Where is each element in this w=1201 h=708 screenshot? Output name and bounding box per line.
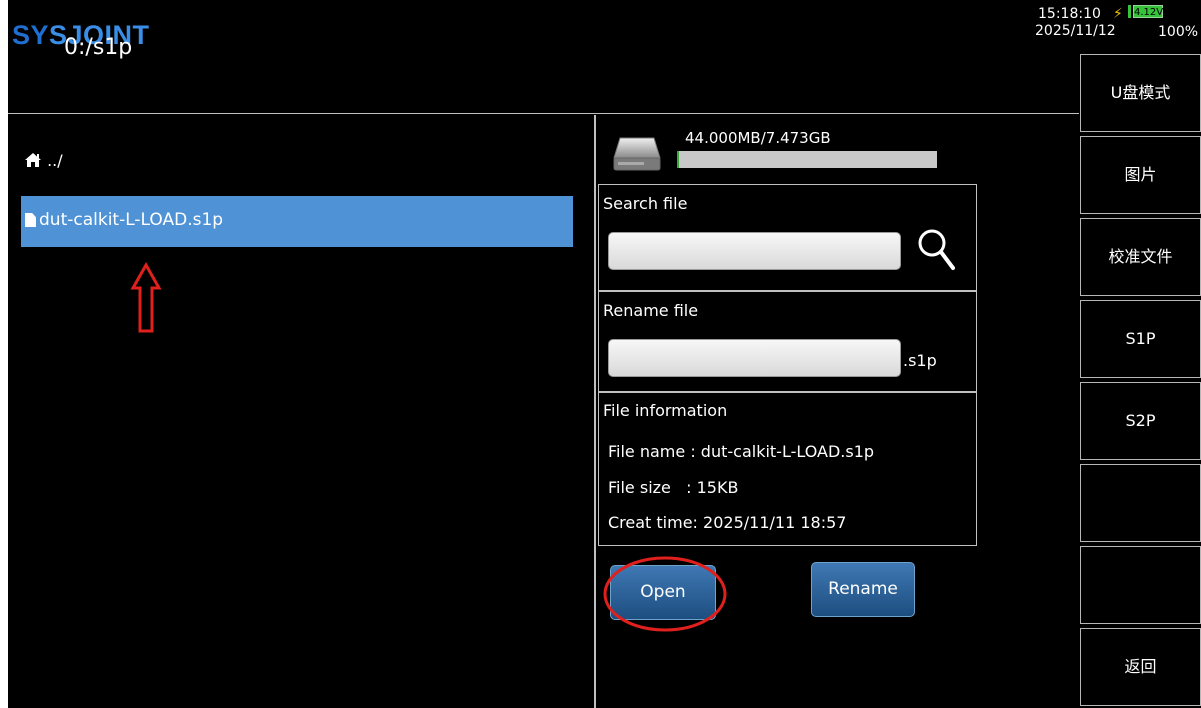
storage-usage-fill xyxy=(677,151,679,168)
pane-divider xyxy=(594,115,596,708)
file-info-name: File name : dut-calkit-L-LOAD.s1p xyxy=(608,442,875,461)
parent-directory-label: ../ xyxy=(47,151,63,170)
softkey-back[interactable]: 返回 xyxy=(1080,628,1201,706)
softkey-pictures[interactable]: 图片 xyxy=(1080,136,1201,214)
file-info-panel: File information File name : dut-calkit-… xyxy=(598,392,977,546)
clock-time: 15:18:10 xyxy=(1038,6,1101,22)
screen: SYSJOINT 0:/s1p 15:18:10 ⚡ 4.12V 2025/11… xyxy=(8,0,1201,708)
softkey-calibration-files[interactable]: 校准文件 xyxy=(1080,218,1201,296)
disk-drive-icon xyxy=(613,137,661,171)
header-divider xyxy=(8,113,1079,114)
rename-extension: .s1p xyxy=(903,351,937,370)
annotation-arrow-icon xyxy=(130,262,162,333)
search-panel: Search file xyxy=(598,184,977,291)
storage-usage-bar xyxy=(677,151,937,168)
battery-icon xyxy=(1128,5,1131,18)
file-name: dut-calkit-L-LOAD.s1p xyxy=(39,210,224,230)
clock-date: 2025/11/12 xyxy=(1035,23,1116,39)
softkey-usb-mode[interactable]: U盘模式 xyxy=(1080,54,1201,132)
file-list-item[interactable]: dut-calkit-L-LOAD.s1p xyxy=(21,196,573,247)
rename-button[interactable]: Rename xyxy=(811,562,915,617)
storage-usage-text: 44.000MB/7.473GB xyxy=(685,129,831,147)
file-info-time: Creat time: 2025/11/11 18:57 xyxy=(608,513,847,532)
charging-icon: ⚡ xyxy=(1113,6,1123,22)
file-info-title: File information xyxy=(603,401,728,420)
home-icon xyxy=(24,151,47,170)
parent-directory-item[interactable]: ../ xyxy=(24,150,63,172)
softkey-empty-6[interactable] xyxy=(1080,464,1201,542)
rename-input[interactable] xyxy=(608,339,901,377)
current-path: 0:/s1p xyxy=(64,35,133,60)
rename-title: Rename file xyxy=(603,301,699,320)
file-info-size: File size : 15KB xyxy=(608,478,739,497)
softkey-s1p[interactable]: S1P xyxy=(1080,300,1201,378)
search-icon[interactable] xyxy=(917,226,957,274)
file-icon xyxy=(25,213,36,227)
battery-percent: 100% xyxy=(1158,24,1199,40)
rename-panel: Rename file .s1p xyxy=(598,291,977,392)
battery-voltage: 4.12V xyxy=(1133,5,1164,18)
search-title: Search file xyxy=(603,194,688,213)
search-input[interactable] xyxy=(608,232,901,270)
annotation-circle-icon xyxy=(603,556,727,632)
softkey-s2p[interactable]: S2P xyxy=(1080,382,1201,460)
softkey-empty-7[interactable] xyxy=(1080,546,1201,624)
